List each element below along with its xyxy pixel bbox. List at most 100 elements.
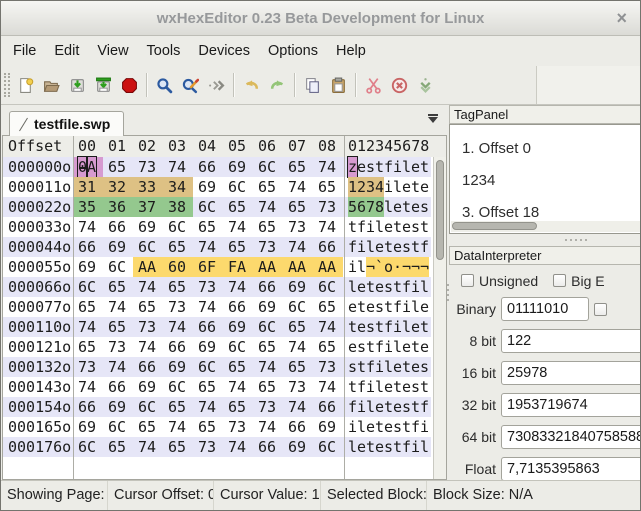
panel-resize-grip[interactable] bbox=[449, 234, 640, 246]
new-file-button[interactable] bbox=[12, 71, 38, 99]
ascii-char[interactable]: e bbox=[375, 277, 384, 297]
ascii-char[interactable]: t bbox=[411, 397, 420, 417]
hex-byte[interactable]: 69 bbox=[103, 237, 133, 257]
hex-byte[interactable]: 74 bbox=[163, 417, 193, 437]
hex-byte[interactable]: 73 bbox=[283, 217, 313, 237]
ascii-char[interactable]: i bbox=[393, 157, 402, 177]
title-bar[interactable]: wxHexEditor 0.23 Beta Development for Li… bbox=[1, 1, 640, 36]
di-field-input[interactable] bbox=[501, 297, 589, 321]
hex-byte[interactable]: 65 bbox=[163, 437, 193, 457]
ascii-char[interactable]: t bbox=[402, 197, 411, 217]
hex-byte[interactable]: AA bbox=[283, 257, 313, 277]
ascii-char[interactable]: t bbox=[411, 177, 420, 197]
hex-byte[interactable]: 65 bbox=[283, 197, 313, 217]
ascii-char[interactable]: s bbox=[402, 397, 411, 417]
hex-byte[interactable]: 69 bbox=[223, 317, 253, 337]
copy-button[interactable] bbox=[299, 71, 325, 99]
ascii-char[interactable]: s bbox=[384, 437, 393, 457]
ascii-char[interactable]: ` bbox=[375, 257, 384, 277]
ascii-char[interactable]: s bbox=[357, 337, 366, 357]
save-as-button[interactable] bbox=[90, 71, 116, 99]
ascii-char[interactable]: e bbox=[393, 197, 402, 217]
hex-byte[interactable]: 6C bbox=[223, 177, 253, 197]
hex-byte[interactable]: 69 bbox=[133, 377, 163, 397]
ascii-char[interactable]: f bbox=[420, 397, 429, 417]
ascii-char[interactable]: e bbox=[366, 297, 375, 317]
ascii-char[interactable]: e bbox=[348, 337, 357, 357]
ascii-char[interactable]: i bbox=[366, 217, 375, 237]
di-field-input[interactable] bbox=[501, 457, 640, 480]
hex-byte[interactable]: AA bbox=[313, 257, 343, 277]
hex-byte[interactable]: 74 bbox=[223, 437, 253, 457]
hex-byte[interactable]: 66 bbox=[253, 277, 283, 297]
hex-byte[interactable]: 74 bbox=[73, 317, 103, 337]
hex-byte[interactable]: 65 bbox=[253, 377, 283, 397]
ascii-char[interactable]: e bbox=[357, 157, 366, 177]
ascii-char[interactable]: f bbox=[384, 157, 393, 177]
ascii-char[interactable]: 2 bbox=[357, 177, 366, 197]
checkbox-icon[interactable] bbox=[461, 274, 474, 287]
ascii-char[interactable]: ¬ bbox=[411, 257, 420, 277]
hex-byte[interactable]: 66 bbox=[193, 157, 223, 177]
hex-byte[interactable]: 74 bbox=[283, 337, 313, 357]
ascii-char[interactable]: e bbox=[402, 337, 411, 357]
ascii-char[interactable]: e bbox=[420, 297, 429, 317]
ascii-char[interactable]: · bbox=[393, 257, 402, 277]
menu-view[interactable]: View bbox=[88, 38, 137, 64]
ascii-char[interactable]: l bbox=[384, 197, 393, 217]
ascii-char[interactable]: 6 bbox=[357, 197, 366, 217]
hex-byte[interactable]: 73 bbox=[73, 357, 103, 377]
scrollbar-thumb[interactable] bbox=[452, 222, 537, 230]
ascii-char[interactable]: t bbox=[357, 357, 366, 377]
hex-byte[interactable]: 65 bbox=[133, 297, 163, 317]
hex-byte[interactable]: 6C bbox=[103, 417, 133, 437]
stop-button[interactable] bbox=[116, 71, 142, 99]
hex-byte[interactable]: 6C bbox=[193, 197, 223, 217]
ascii-char[interactable]: f bbox=[357, 217, 366, 237]
hex-byte[interactable]: 74 bbox=[283, 397, 313, 417]
hex-byte[interactable]: 6C bbox=[73, 277, 103, 297]
hex-byte[interactable]: 74 bbox=[133, 277, 163, 297]
ascii-char[interactable]: t bbox=[393, 437, 402, 457]
ascii-char[interactable]: s bbox=[393, 417, 402, 437]
hex-byte[interactable]: 38 bbox=[163, 197, 193, 217]
ascii-char[interactable]: t bbox=[357, 297, 366, 317]
hex-byte[interactable]: FA bbox=[223, 257, 253, 277]
ascii-char[interactable]: l bbox=[348, 437, 357, 457]
hex-byte[interactable]: 65 bbox=[163, 277, 193, 297]
scrollbar-thumb[interactable] bbox=[436, 160, 444, 260]
ascii-char[interactable]: t bbox=[393, 277, 402, 297]
hex-byte[interactable]: 69 bbox=[73, 417, 103, 437]
hex-byte[interactable]: 6C bbox=[283, 297, 313, 317]
ascii-char[interactable]: t bbox=[420, 317, 429, 337]
ascii-char[interactable]: l bbox=[348, 277, 357, 297]
hex-byte[interactable]: 73 bbox=[253, 397, 283, 417]
go-down-button[interactable] bbox=[412, 71, 438, 99]
hex-byte[interactable]: 73 bbox=[313, 197, 343, 217]
hex-byte[interactable]: 34 bbox=[163, 177, 193, 197]
tag-horizontal-scrollbar[interactable] bbox=[451, 221, 640, 232]
hex-byte[interactable]: 73 bbox=[193, 277, 223, 297]
hex-byte[interactable]: 74 bbox=[313, 157, 343, 177]
hex-byte[interactable]: 65 bbox=[283, 157, 313, 177]
hex-byte[interactable]: 74 bbox=[313, 317, 343, 337]
ascii-char[interactable]: t bbox=[348, 377, 357, 397]
ascii-char[interactable]: e bbox=[384, 377, 393, 397]
hex-byte[interactable]: 73 bbox=[163, 297, 193, 317]
hex-byte[interactable]: 6C bbox=[253, 317, 283, 337]
hex-byte[interactable]: 65 bbox=[103, 437, 133, 457]
di-field-input[interactable] bbox=[501, 329, 640, 353]
ascii-char[interactable]: ¬ bbox=[366, 257, 375, 277]
ascii-char[interactable]: e bbox=[393, 397, 402, 417]
hex-byte[interactable]: 65 bbox=[163, 237, 193, 257]
ascii-char[interactable]: l bbox=[420, 277, 429, 297]
ascii-char[interactable]: t bbox=[420, 157, 429, 177]
ascii-char[interactable]: i bbox=[402, 297, 411, 317]
save-button[interactable] bbox=[64, 71, 90, 99]
ascii-char[interactable]: l bbox=[411, 297, 420, 317]
di-binary-checkbox[interactable] bbox=[594, 302, 607, 316]
ascii-char[interactable]: l bbox=[366, 237, 375, 257]
hex-byte[interactable]: 73 bbox=[223, 417, 253, 437]
ascii-char[interactable]: ¬ bbox=[402, 257, 411, 277]
ascii-char[interactable]: t bbox=[411, 237, 420, 257]
